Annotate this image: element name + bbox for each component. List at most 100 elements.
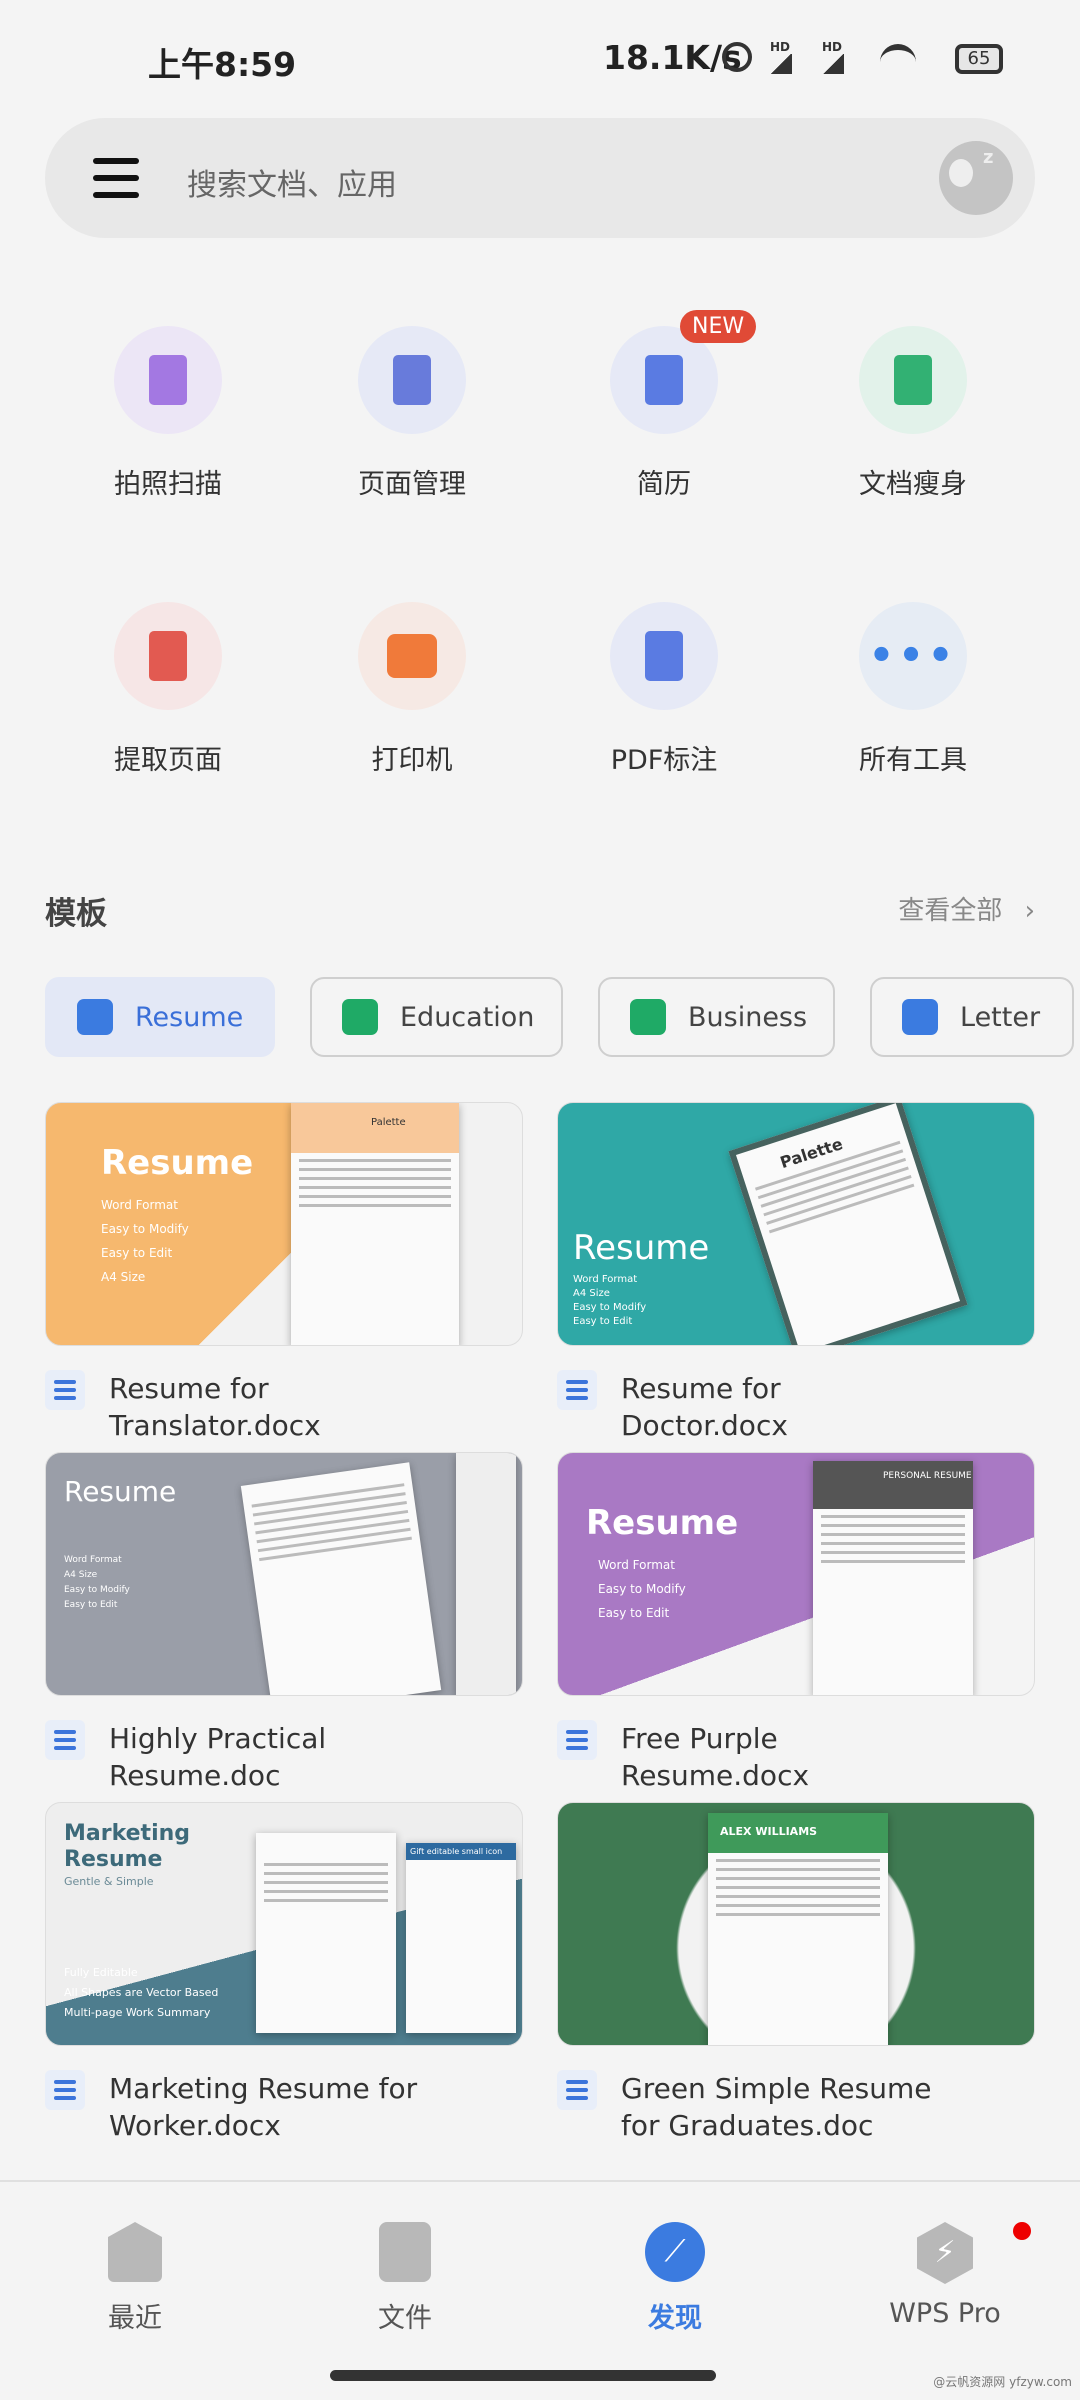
thumb-bullets: Word Format Easy to Modify Easy to Edit (598, 1553, 686, 1625)
education-chip-icon (342, 999, 378, 1035)
thumb-bullets: Word Format A4 Size Easy to Modify Easy to … (64, 1553, 130, 1613)
chevron-right-icon: › (1024, 896, 1035, 926)
doc-icon (45, 1720, 85, 1760)
thumb-bullet: A4 Size (573, 1288, 610, 1299)
chip-education[interactable]: Education (310, 977, 563, 1057)
template-thumbnail[interactable]: Resume Word Format Easy to Modify Easy to … (557, 1452, 1035, 1696)
thumb-bullet: Word Format (64, 1555, 122, 1565)
thumb-name: ALEX WILLIAMS (708, 1813, 888, 1853)
thumb-name: Palette (777, 1134, 846, 1173)
thumb-bullets: Word Format A4 Size Easy to Modify Easy to … (573, 1273, 646, 1329)
page-manage-icon (358, 326, 466, 434)
doc-icon (45, 1370, 85, 1410)
tool-label: 打印机 (371, 745, 453, 776)
thumb-bullet: Word Format (101, 1198, 178, 1212)
search-bar[interactable]: 搜索文档、应用 z (45, 118, 1035, 238)
nav-label: WPS Pro (889, 2298, 1001, 2329)
chip-resume[interactable]: Resume (45, 977, 275, 1057)
template-thumbnail[interactable]: Resume Word Format A4 Size Easy to Modify E… (45, 1452, 523, 1696)
hd-label: HD (770, 40, 791, 54)
network-speed: 18.1K/s (603, 38, 742, 77)
thumb-bullet: A4 Size (64, 1570, 98, 1580)
status-time: 上午8:59 (148, 45, 297, 84)
thumb-heading: Resume (573, 1228, 710, 1268)
template-title: Highly Practical Resume.doc (109, 1722, 327, 1792)
resume-chip-icon (77, 999, 113, 1035)
home-indicator[interactable] (330, 2370, 716, 2381)
thumb-bullet: Fully Editable (64, 1966, 138, 1979)
template-thumbnail[interactable]: Resume Word Format A4 Size Easy to Modify E… (557, 1102, 1035, 1346)
template-title-row[interactable]: Marketing Resume for Worker.docx (45, 2070, 523, 2144)
template-thumbnail[interactable]: Resume Word Format Easy to Modify Easy to … (45, 1102, 523, 1346)
scan-icon (114, 326, 222, 434)
tool-resume[interactable]: 简历 (564, 326, 764, 501)
tool-label: 提取页面 (114, 745, 222, 776)
tool-scan[interactable]: 拍照扫描 (68, 326, 268, 501)
thumb-bullet: Easy to Edit (573, 1316, 633, 1327)
chip-letter[interactable]: Letter (870, 977, 1074, 1057)
printer-icon (358, 602, 466, 710)
template-title: Resume for Doctor.docx (621, 1372, 788, 1442)
hd-label: HD (822, 40, 843, 54)
signal-icon-2: HD (822, 40, 844, 74)
template-title-row[interactable]: Green Simple Resume for Graduates.doc (557, 2070, 1035, 2144)
tool-printer[interactable]: 打印机 (312, 602, 512, 777)
template-thumbnail[interactable]: Marketing Resume Gentle & Simple Fully E… (45, 1802, 523, 2046)
doc-icon (557, 1720, 597, 1760)
nav-label: 文件 (378, 2303, 432, 2334)
chip-business[interactable]: Business (598, 977, 835, 1057)
thumb-bullet: Word Format (573, 1274, 638, 1285)
files-icon (379, 2222, 431, 2282)
thumb-bullet: Easy to Modify (64, 1585, 130, 1595)
thumb-bullet: A4 Size (101, 1270, 146, 1284)
thumb-heading: Resume (64, 1475, 177, 1508)
letter-chip-icon (902, 999, 938, 1035)
tool-extract-page[interactable]: 提取页面 (68, 602, 268, 777)
doc-icon (557, 1370, 597, 1410)
nav-discover[interactable]: ⟋ 发现 (575, 2222, 775, 2335)
template-title-row[interactable]: Resume for Doctor.docx (557, 1370, 1035, 1444)
template-title: Marketing Resume for Worker.docx (109, 2072, 418, 2142)
nav-recent[interactable]: 最近 (35, 2222, 235, 2335)
doc-slim-icon (859, 326, 967, 434)
wps-pro-icon: ⚡ (917, 2222, 973, 2284)
thumb-bullet: Easy to Edit (101, 1246, 173, 1260)
tool-label: 拍照扫描 (114, 469, 222, 500)
template-title: Free Purple Resume.docx (621, 1722, 810, 1792)
template-thumbnail[interactable]: ALEX WILLIAMS (557, 1802, 1035, 2046)
search-input[interactable]: 搜索文档、应用 (187, 160, 397, 204)
nav-wps-pro[interactable]: ⚡ WPS Pro (845, 2222, 1045, 2329)
chip-label: Letter (960, 1001, 1041, 1033)
thumb-bullet: Easy to Modify (598, 1582, 686, 1596)
see-all-link[interactable]: 查看全部 › (898, 890, 1035, 927)
tool-label: 所有工具 (859, 745, 967, 776)
thumb-bullet: Easy to Edit (64, 1600, 118, 1610)
avatar[interactable]: z (939, 141, 1013, 215)
battery-icon: 65 (955, 44, 1003, 74)
wifi-icon (880, 44, 916, 74)
thumb-bullet: Word Format (598, 1558, 675, 1572)
thumb-bullets: Fully Editable All Shapes are Vector Base… (64, 1963, 218, 2023)
thumb-heading: Resume (586, 1503, 739, 1543)
thumb-bullets: Word Format Easy to Modify Easy to Edit A4 … (101, 1193, 189, 1289)
template-title-row[interactable]: Highly Practical Resume.doc (45, 1720, 523, 1794)
template-title-row[interactable]: Free Purple Resume.docx (557, 1720, 1035, 1794)
tool-more[interactable]: ••• 所有工具 (813, 602, 1013, 777)
thumb-name: Gift editable small icon (406, 1843, 516, 1860)
hamburger-icon[interactable] (93, 158, 139, 198)
tool-doc-slim[interactable]: 文档瘦身 (813, 326, 1013, 501)
thumb-bullet: Easy to Modify (573, 1302, 647, 1313)
tool-pdf-annotate[interactable]: PDF标注 (564, 602, 764, 777)
template-title: Green Simple Resume for Graduates.doc (621, 2072, 932, 2142)
doc-icon (557, 2070, 597, 2110)
thumb-name: PERSONAL RESUME (813, 1461, 973, 1509)
see-all-label: 查看全部 (898, 896, 1003, 926)
nav-files[interactable]: 文件 (305, 2222, 505, 2335)
thumb-heading: Marketing Resume (64, 1821, 191, 1872)
new-badge: NEW (680, 310, 757, 343)
template-title-row[interactable]: Resume for Translator.docx (45, 1370, 523, 1444)
watermark: @云帆资源网 yfzyw.com (933, 2375, 1072, 2389)
chip-label: Business (688, 1001, 808, 1033)
nav-label: 发现 (648, 2303, 702, 2334)
tool-page-manage[interactable]: 页面管理 (312, 326, 512, 501)
